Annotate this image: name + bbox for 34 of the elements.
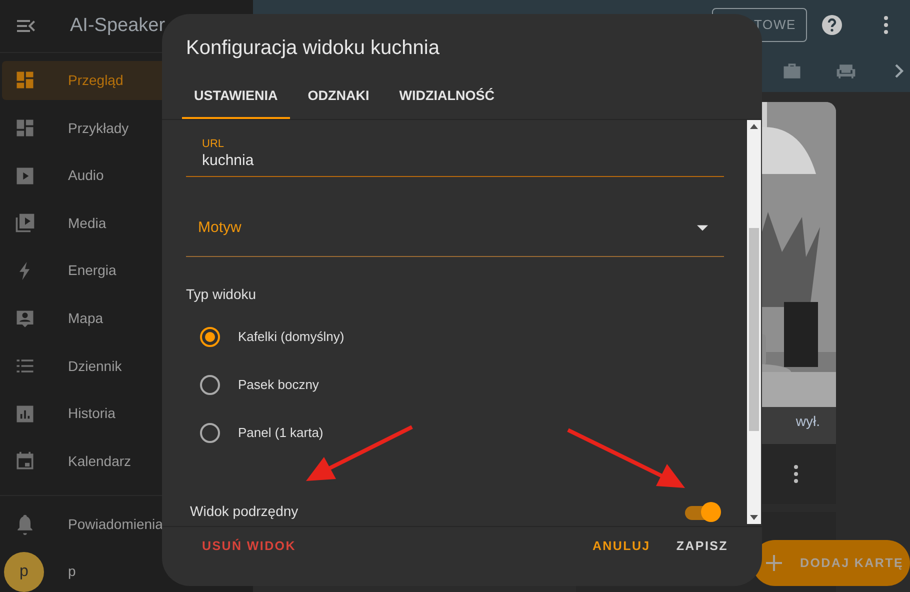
tab[interactable]: WIDZIALNOŚĆ — [387, 75, 506, 119]
caret-down-icon — [697, 225, 708, 231]
radio-label[interactable]: Panel (1 karta) — [238, 423, 324, 443]
avatar[interactable]: p — [4, 552, 44, 592]
delete-button[interactable]: USUŃ WIDOK — [192, 529, 306, 564]
chevron-right-icon[interactable] — [894, 62, 904, 78]
theme-select[interactable]: Motyw — [186, 200, 724, 257]
section-label: Typ widoku — [186, 285, 258, 304]
url-field[interactable]: URL kuchnia — [186, 128, 724, 177]
scroll-down-icon[interactable] — [750, 515, 758, 520]
sidebar-item[interactable]: Kalendarz — [2, 442, 302, 482]
help-icon[interactable] — [820, 13, 844, 37]
cancel-button[interactable]: ANULUJ — [582, 529, 660, 564]
more-icon[interactable] — [882, 15, 890, 35]
radio-button[interactable] — [200, 423, 220, 443]
toggle-switch[interactable] — [685, 502, 721, 522]
radio-label[interactable]: Kafelki (domyślny) — [238, 327, 344, 347]
tab[interactable]: USTAWIENIA — [182, 75, 290, 119]
app-title: AI-Speaker — [70, 14, 166, 38]
dashboard-icon — [14, 117, 36, 139]
more-icon[interactable] — [793, 464, 799, 484]
save-button[interactable]: ZAPISZ — [666, 529, 738, 564]
user-name: p — [68, 562, 76, 582]
dashboard-icon — [14, 69, 36, 92]
radio-button[interactable] — [200, 327, 220, 347]
plus-icon — [766, 555, 782, 571]
radio-label[interactable]: Pasek boczny — [238, 375, 319, 395]
radio-button[interactable] — [200, 375, 220, 395]
toggle-label: Widok podrzędny — [190, 502, 298, 521]
media-icon — [14, 212, 36, 234]
scroll-up-icon[interactable] — [750, 124, 758, 129]
calendar-icon — [14, 450, 36, 472]
scrollbar[interactable] — [747, 120, 761, 524]
state-label: wył. — [796, 412, 820, 431]
